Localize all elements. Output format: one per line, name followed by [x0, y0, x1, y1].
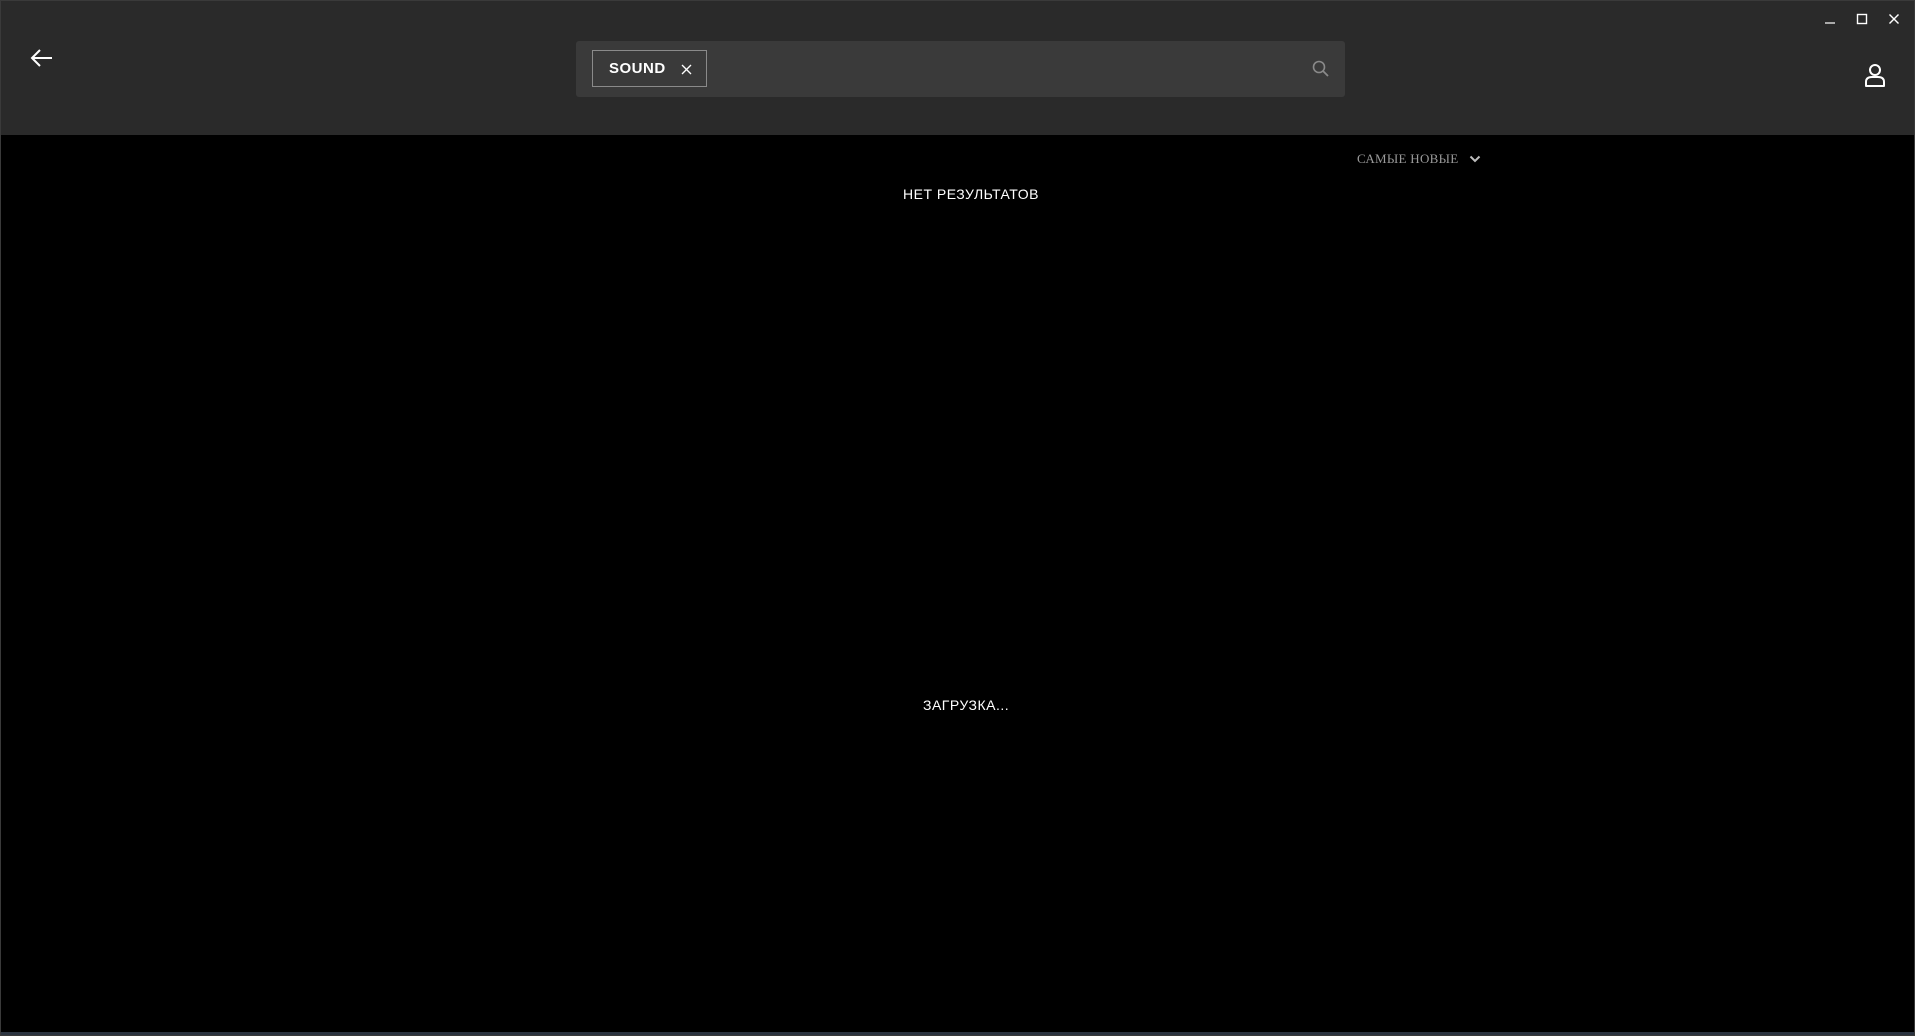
- back-button[interactable]: [27, 45, 57, 71]
- user-icon: [1865, 64, 1885, 87]
- close-icon: [681, 64, 692, 75]
- close-icon: [1889, 14, 1899, 24]
- arrow-left-icon: [30, 49, 52, 67]
- maximize-button[interactable]: [1846, 7, 1878, 31]
- search-tag[interactable]: SOUND: [592, 50, 707, 87]
- loading-message: ЗАГРУЗКА...: [923, 697, 1010, 713]
- sort-dropdown[interactable]: САМЫЕ НОВЫЕ: [1357, 151, 1481, 167]
- search-input[interactable]: [706, 51, 1270, 89]
- bottom-border: [1, 1032, 1914, 1035]
- minimize-icon: [1825, 22, 1835, 24]
- search-tag-label: SOUND: [609, 60, 666, 77]
- tag-remove-button[interactable]: [680, 63, 694, 77]
- search-icon[interactable]: [1311, 59, 1331, 79]
- user-account-button[interactable]: [1862, 61, 1888, 89]
- sort-selected-label: САМЫЕ НОВЫЕ: [1357, 151, 1459, 166]
- header-bar: SOUND: [1, 1, 1914, 135]
- minimize-button[interactable]: [1814, 7, 1846, 31]
- close-window-button[interactable]: [1878, 7, 1910, 31]
- app-window: SOUND САМЫЕ НОВЫЕ НЕТ РЕЗУЛЬТАТОВ ЗАГРУЗ…: [0, 0, 1915, 1036]
- window-controls: [1814, 7, 1910, 31]
- no-results-message: НЕТ РЕЗУЛЬТАТОВ: [903, 186, 1039, 202]
- chevron-down-icon: [1469, 155, 1480, 163]
- search-bar: SOUND: [576, 41, 1345, 97]
- maximize-icon: [1856, 13, 1868, 25]
